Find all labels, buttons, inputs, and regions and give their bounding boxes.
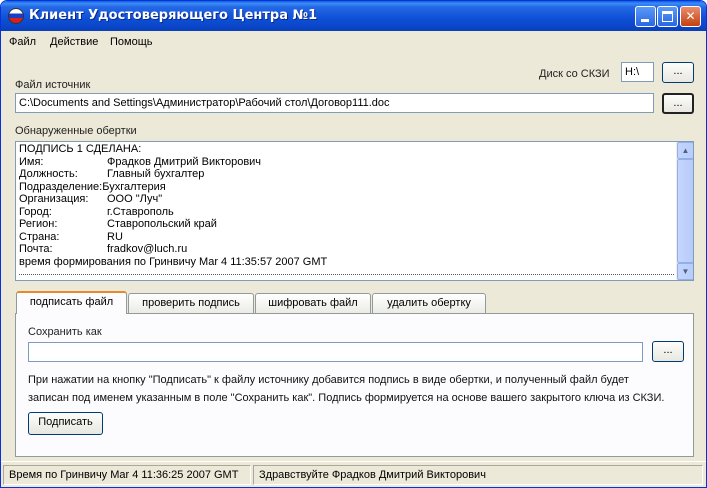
vertical-scrollbar[interactable]: ▲ ▼: [676, 142, 693, 280]
disk-field[interactable]: H:\: [621, 62, 654, 82]
title-bar[interactable]: Клиент Удостоверяющего Центра №1 ✕: [1, 1, 706, 31]
menu-help[interactable]: Помощь: [110, 36, 153, 48]
separator: [19, 274, 674, 275]
tab-sign[interactable]: подписать файл: [16, 291, 127, 314]
hint-line: При нажатии на кнопку "Подписать" к файл…: [28, 374, 629, 386]
wrapper-field-row: Почта: fradkov@luch.ru: [19, 243, 674, 256]
source-label: Файл источник: [15, 79, 91, 91]
field-key: Регион:: [19, 218, 58, 230]
sign-hint: При нажатии на кнопку "Подписать" к файл…: [28, 371, 688, 407]
save-as-browse-button[interactable]: ...: [652, 341, 684, 362]
tab-encrypt[interactable]: шифровать файл: [255, 293, 371, 313]
status-greeting: Здравствуйте Фрадков Дмитрий Викторович: [253, 465, 703, 485]
status-bar: Время по Гринвичу Mar 4 11:36:25 2007 GM…: [1, 461, 706, 487]
tab-verify[interactable]: проверить подпись: [128, 293, 254, 313]
scroll-down-icon[interactable]: ▼: [677, 263, 693, 280]
field-value: Фрадков Дмитрий Викторович: [107, 155, 262, 168]
wrapper-field-row: Организация: ООО "Луч": [19, 193, 674, 206]
field-value: г.Ставрополь: [107, 205, 174, 218]
sign-panel: Сохранить как ... При нажатии на кнопку …: [15, 313, 694, 457]
field-value: Главный бухгалтер: [107, 168, 205, 180]
field-value: Бухгалтерия: [102, 180, 166, 193]
field-value: fradkov@luch.ru: [107, 243, 188, 255]
maximize-button[interactable]: [657, 6, 678, 27]
wrapper-footer: время формирования по Гринвичу Mar 4 11:…: [19, 255, 328, 268]
field-key: Город:: [19, 205, 52, 218]
wrappers-content: ПОДПИСЬ 1 СДЕЛАНА: Имя: Фрадков Дмитрий В…: [19, 143, 674, 268]
field-value: Ставропольский край: [107, 218, 217, 230]
field-value: RU: [107, 230, 123, 243]
scroll-up-icon[interactable]: ▲: [677, 142, 693, 159]
window-title: Клиент Удостоверяющего Центра №1: [29, 8, 318, 23]
field-key: Страна:: [19, 230, 60, 243]
app-window: Клиент Удостоверяющего Центра №1 ✕ Файл …: [0, 0, 707, 488]
field-value: ООО "Луч": [107, 193, 163, 205]
source-browse-button[interactable]: ...: [662, 93, 694, 114]
maximize-icon: [662, 11, 673, 22]
status-time: Время по Гринвичу Mar 4 11:36:25 2007 GM…: [3, 465, 251, 485]
field-key: Должность:: [19, 168, 78, 180]
field-key: Организация:: [19, 193, 89, 205]
disk-browse-button[interactable]: ...: [662, 62, 694, 83]
minimize-button[interactable]: [635, 6, 656, 27]
minimize-icon: [641, 19, 649, 22]
field-key: Почта:: [19, 243, 53, 255]
close-icon: ✕: [685, 9, 696, 23]
menu-file[interactable]: Файл: [9, 36, 36, 48]
wrapper-field-row: Страна: RU: [19, 231, 674, 244]
wrapper-field-row: Регион: Ставропольский край: [19, 218, 674, 231]
menu-bar: Файл Действие Помощь: [5, 31, 703, 51]
save-as-label: Сохранить как: [28, 326, 102, 338]
wrapper-header: ПОДПИСЬ 1 СДЕЛАНА:: [19, 143, 142, 155]
source-file-field[interactable]: C:\Documents and Settings\Администратор\…: [15, 93, 654, 113]
save-as-field[interactable]: [28, 342, 643, 362]
tab-remove-wrapper[interactable]: удалить обертку: [372, 293, 486, 313]
scroll-thumb[interactable]: [677, 159, 693, 263]
field-key: Подразделение:: [19, 180, 103, 193]
sign-button[interactable]: Подписать: [28, 412, 103, 435]
disk-label: Диск со СКЗИ: [539, 68, 610, 80]
hint-line: записан под именем указанным в поле "Сох…: [28, 392, 665, 404]
menu-action[interactable]: Действие: [50, 36, 98, 48]
wrapper-field-row: Имя: Фрадков Дмитрий Викторович: [19, 156, 674, 169]
close-button[interactable]: ✕: [680, 6, 701, 27]
field-key: Имя:: [19, 155, 44, 168]
flag-icon: [8, 8, 24, 24]
wrappers-textbox[interactable]: ПОДПИСЬ 1 СДЕЛАНА: Имя: Фрадков Дмитрий В…: [15, 141, 694, 281]
wrapper-field-row: Подразделение:Бухгалтерия: [19, 181, 674, 194]
wrapper-field-row: Должность: Главный бухгалтер: [19, 168, 674, 181]
wrapper-field-row: Город: г.Ставрополь: [19, 206, 674, 219]
wrappers-label: Обнаруженные обертки: [15, 125, 137, 137]
